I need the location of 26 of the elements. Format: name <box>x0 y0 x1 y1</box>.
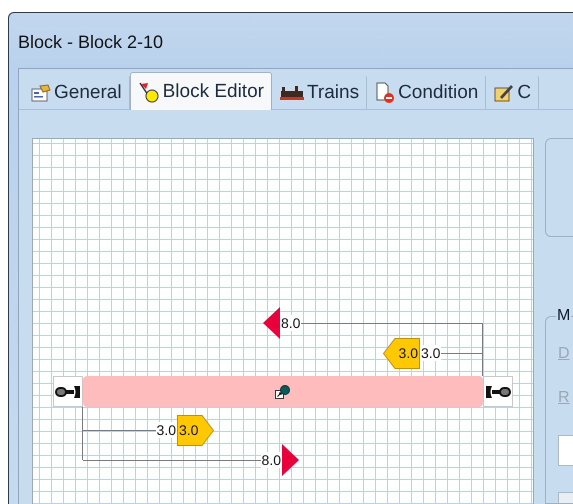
speed-sign: 3.0 <box>177 414 214 446</box>
tab[interactable]: Trains <box>272 75 368 109</box>
group-title: M <box>556 307 572 325</box>
flag-icon <box>138 80 160 102</box>
distance-label: 8.0 <box>260 452 282 468</box>
tab[interactable]: Block Editor <box>130 72 272 110</box>
tab[interactable]: General <box>23 75 130 109</box>
document-remove-icon <box>375 82 396 104</box>
triangle-signal-icon <box>282 444 299 476</box>
triangle-signal-icon <box>263 307 280 339</box>
buffer-stop-icon <box>485 384 511 398</box>
settings-window-icon <box>31 84 51 102</box>
shortcut-dot-icon <box>275 384 291 398</box>
distance-label: 8.0 <box>280 315 302 331</box>
block-bar[interactable] <box>83 376 483 407</box>
speed-sign: 3.0 <box>383 338 420 368</box>
tab[interactable]: Condition <box>367 75 486 109</box>
window-title: Block - Block 2-10 <box>18 32 164 53</box>
field-label: R <box>558 389 571 407</box>
distance-label: 3.0 <box>420 345 442 361</box>
buffer-stop-icon <box>55 384 81 398</box>
field-label: D <box>558 345 571 363</box>
tab[interactable]: C <box>486 75 540 109</box>
edit-note-icon <box>494 84 514 102</box>
distance-label: 3.0 <box>156 422 177 438</box>
train-icon <box>280 84 304 100</box>
